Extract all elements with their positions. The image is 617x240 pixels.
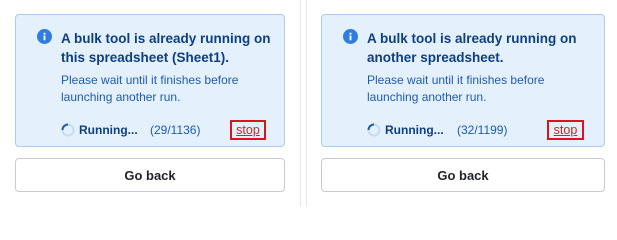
info-alert: A bulk tool is already running on anothe… <box>321 14 605 147</box>
spinner-icon <box>367 123 381 137</box>
alert-message: Please wait until it finishes before lau… <box>367 73 545 104</box>
progress-count: (32/1199) <box>457 123 508 137</box>
alert-message: Please wait until it finishes before lau… <box>61 73 239 104</box>
alert-title: A bulk tool is already running on anothe… <box>367 31 577 65</box>
go-back-button[interactable]: Go back <box>15 158 285 192</box>
bulk-tool-panel-other-sheet: A bulk tool is already running on anothe… <box>306 0 617 207</box>
spinner-icon <box>61 123 75 137</box>
bulk-tool-panel-current-sheet: A bulk tool is already running on this s… <box>0 0 301 207</box>
info-alert: A bulk tool is already running on this s… <box>15 14 285 147</box>
stop-link[interactable]: stop <box>547 120 584 140</box>
alert-title: A bulk tool is already running on this s… <box>61 31 271 65</box>
running-label: Running... <box>79 123 138 137</box>
running-status: Running... (32/1199) stop <box>367 120 604 140</box>
running-status: Running... (29/1136) stop <box>61 120 284 140</box>
progress-count: (29/1136) <box>150 123 201 137</box>
info-icon <box>37 29 52 44</box>
running-label: Running... <box>385 123 444 137</box>
info-icon <box>343 29 358 44</box>
go-back-button[interactable]: Go back <box>321 158 605 192</box>
stop-link[interactable]: stop <box>230 120 266 140</box>
